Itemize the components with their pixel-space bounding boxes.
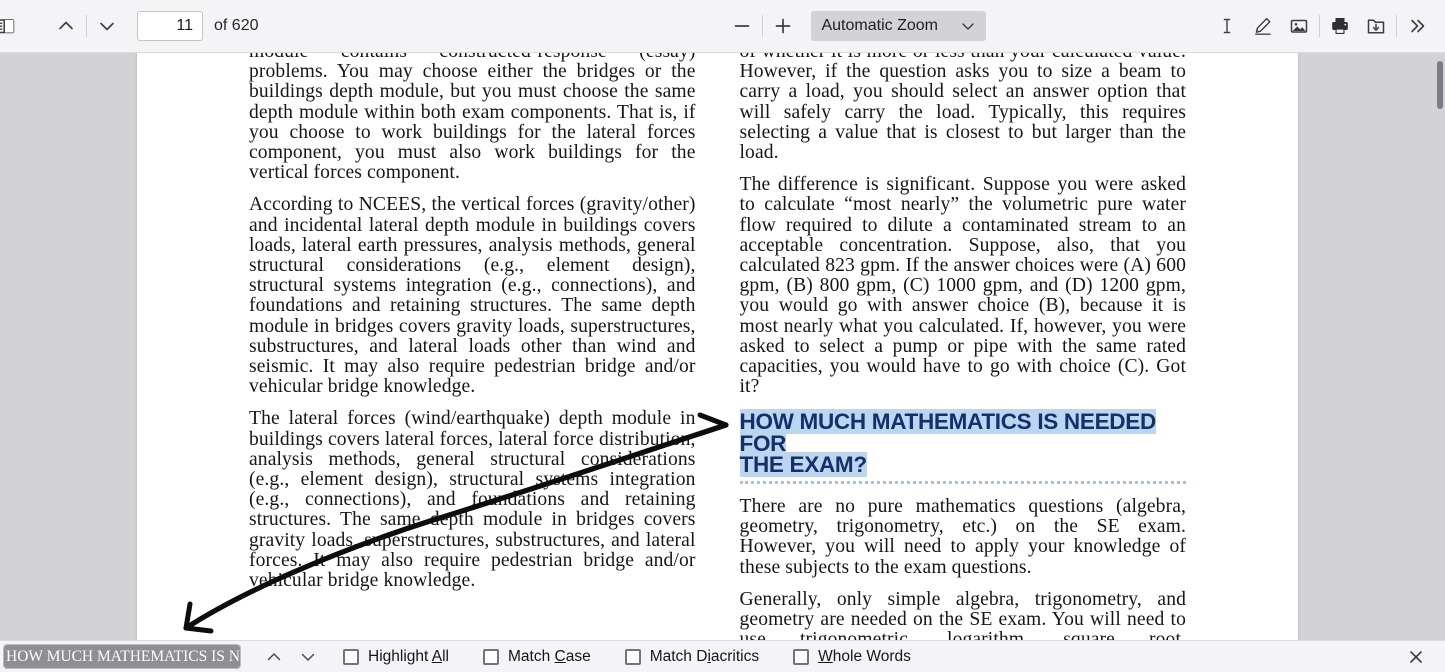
image-icon [1289, 16, 1309, 36]
checkbox-label: Match Diacritics [649, 647, 760, 665]
print-icon [1329, 15, 1351, 37]
match-diacritics-checkbox[interactable]: Match Diacritics [624, 647, 760, 666]
toolbar-zoom-group: Automatic Zoom [724, 9, 986, 43]
toolbar-divider [1396, 15, 1397, 37]
checkbox-box[interactable] [624, 648, 641, 665]
pdf-page-content: module contains constructed-response (es… [137, 53, 1298, 640]
checkbox-label: Match Case [508, 647, 591, 665]
sidebar-toggle-button[interactable] [0, 9, 20, 43]
previous-page-button[interactable] [48, 9, 84, 43]
toolbar-divider [1319, 15, 1320, 37]
download-button[interactable] [1358, 9, 1394, 43]
double-chevron-right-icon [1406, 15, 1428, 37]
close-icon [1406, 647, 1426, 667]
chevron-down-icon [298, 647, 318, 667]
find-next-button[interactable] [291, 644, 325, 670]
sidebar-icon [0, 16, 15, 36]
chevron-up-icon [55, 15, 77, 37]
pdf-page: module contains constructed-response (es… [137, 53, 1298, 640]
draw-tool-button[interactable] [1245, 9, 1281, 43]
checkbox-box[interactable] [483, 648, 499, 665]
plus-icon [772, 15, 794, 37]
scrollbar-thumb[interactable] [1437, 61, 1443, 109]
chevron-down-icon [960, 18, 976, 34]
checkbox-box[interactable] [343, 648, 359, 665]
pdf-viewer-canvas[interactable]: module contains constructed-response (es… [0, 53, 1445, 640]
paragraph: of whether it is more or less than your … [739, 53, 1186, 164]
left-text-column: module contains constructed-response (es… [249, 53, 696, 640]
chevron-up-icon [264, 647, 284, 667]
search-match-highlight: THE EXAM? [739, 452, 867, 478]
checkbox-box[interactable] [793, 648, 810, 665]
checkbox-label: Highlight All [368, 647, 449, 665]
zoom-level-label: Automatic Zoom [821, 17, 938, 34]
zoom-in-button[interactable] [765, 9, 801, 43]
pen-icon [1252, 15, 1274, 37]
find-previous-button[interactable] [257, 644, 291, 670]
right-text-column: of whether it is more or less than your … [739, 53, 1187, 640]
heading-dotted-rule [739, 480, 1186, 484]
page-total-label: of 620 [214, 17, 259, 34]
whole-words-checkbox[interactable]: Whole Words [793, 648, 911, 666]
section-heading: HOW MUCH MATHEMATICS IS NEEDED FOR THE E… [739, 409, 1187, 478]
next-page-button[interactable] [89, 9, 125, 43]
toolbar-divider [762, 15, 764, 37]
find-input[interactable]: HOW MUCH MATHEMATICS IS NEEDE [4, 645, 240, 668]
zoom-out-button[interactable] [724, 9, 760, 43]
pdf-viewer-window: of 620 Automatic [0, 0, 1445, 672]
paragraph: Generally, only simple algebra, trigonom… [739, 588, 1186, 640]
close-find-bar-button[interactable] [1399, 644, 1433, 670]
download-icon [1365, 15, 1387, 37]
zoom-level-select[interactable]: Automatic Zoom [811, 11, 986, 41]
text-selection-tool-button[interactable] [1209, 9, 1245, 43]
add-image-button[interactable] [1281, 9, 1317, 43]
chevron-down-icon [96, 15, 118, 37]
match-case-checkbox[interactable]: Match Case [483, 648, 591, 666]
highlight-all-checkbox[interactable]: Highlight All [343, 648, 449, 666]
find-navigation-group [257, 644, 325, 670]
checkbox-label: Whole Words [818, 647, 911, 665]
paragraph: module contains constructed-response (es… [249, 53, 696, 184]
pdf-toolbar: of 620 Automatic [0, 0, 1445, 53]
paragraph: The lateral forces (wind/earthquake) dep… [249, 408, 696, 592]
two-column-layout: module contains constructed-response (es… [137, 53, 1298, 640]
toolbar-left-group: of 620 [0, 9, 258, 43]
toolbar-right-group [1209, 9, 1445, 43]
search-match-highlight: HOW MUCH MATHEMATICS IS NEEDED FOR [739, 409, 1156, 456]
print-button[interactable] [1322, 9, 1358, 43]
find-bar: HOW MUCH MATHEMATICS IS NEEDE [0, 640, 1445, 672]
page-number-input[interactable] [137, 11, 203, 41]
vertical-scrollbar[interactable] [1435, 53, 1445, 640]
minus-icon [731, 15, 753, 37]
find-input-wrapper[interactable]: HOW MUCH MATHEMATICS IS NEEDE [3, 644, 241, 669]
toolbar-divider [86, 15, 87, 37]
paragraph: The difference is significant. Suppose y… [739, 174, 1186, 398]
text-cursor-icon [1217, 16, 1237, 36]
find-options-group: Highlight All Match Case Match Diacritic… [343, 648, 945, 666]
more-tools-button[interactable] [1399, 9, 1435, 43]
paragraph: According to NCEES, the vertical forces … [249, 194, 696, 398]
paragraph: There are no pure mathematics questions … [739, 495, 1186, 578]
